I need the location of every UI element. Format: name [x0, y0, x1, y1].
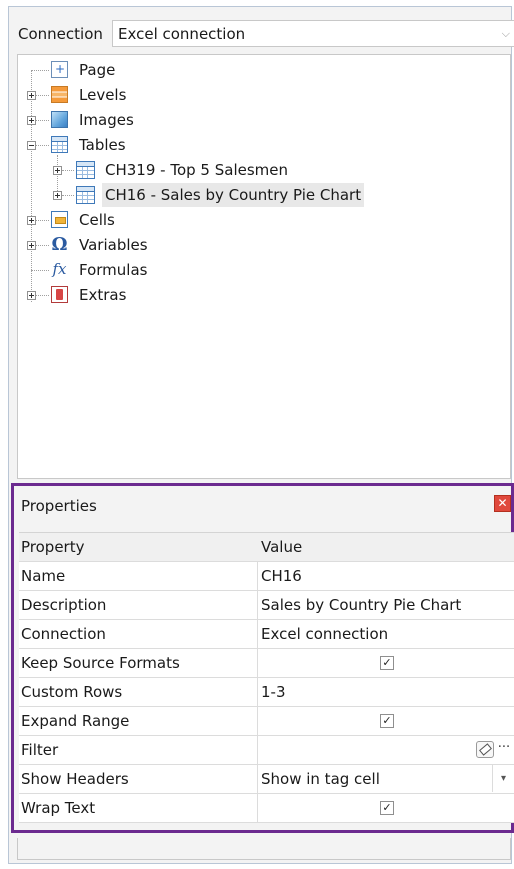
property-value-cell: ✓ — [261, 649, 514, 677]
tree-node-cells[interactable]: Cells — [18, 208, 218, 232]
property-label: Custom Rows — [21, 683, 123, 701]
grid-header-row: Property Value — [19, 533, 514, 562]
property-row-show-headers[interactable]: Show Headers Show in tag cell ▾ — [19, 765, 514, 794]
property-value-cell: ✓ — [261, 794, 514, 822]
expand-icon[interactable] — [53, 166, 62, 175]
tree-node-extras[interactable]: Extras — [18, 283, 218, 307]
page-icon — [51, 57, 68, 81]
property-row-connection[interactable]: Connection Excel connection — [19, 620, 514, 649]
status-strip — [17, 838, 511, 860]
tree-node-label: Page — [79, 61, 116, 79]
ellipsis-button[interactable]: ··· — [496, 738, 512, 762]
connection-label: Connection — [18, 25, 103, 43]
property-row-name[interactable]: Name CH16 — [19, 562, 514, 591]
show-headers-value: Show in tag cell — [261, 770, 380, 788]
property-row-keep-source-formats[interactable]: Keep Source Formats ✓ — [19, 649, 514, 678]
property-label: Show Headers — [21, 770, 129, 788]
connection-dropdown[interactable]: Excel connection ⌵ — [112, 20, 514, 47]
property-label: Wrap Text — [21, 799, 96, 817]
tree-view[interactable]: Page Levels Images Tables CH319 - Top 5 … — [17, 54, 511, 479]
property-label: Keep Source Formats — [21, 654, 180, 672]
tree-node-formulas[interactable]: fx Formulas — [18, 258, 218, 282]
property-value-description[interactable]: Sales by Country Pie Chart — [261, 591, 514, 619]
wrap-text-checkbox[interactable]: ✓ — [380, 801, 394, 815]
property-value-custom-rows[interactable]: 1-3 — [261, 678, 514, 706]
property-label: Expand Range — [21, 712, 130, 730]
property-row-wrap-text[interactable]: Wrap Text ✓ — [19, 794, 514, 823]
tree-node-variables[interactable]: Ω Variables — [18, 233, 218, 257]
tree-node-tables[interactable]: Tables — [18, 133, 218, 157]
expand-icon[interactable] — [27, 291, 36, 300]
property-label: Name — [21, 567, 66, 585]
tree-node-table-ch16[interactable]: CH16 - Sales by Country Pie Chart — [18, 183, 438, 207]
property-value-name[interactable]: CH16 — [261, 562, 514, 590]
tree-node-table-ch319[interactable]: CH319 - Top 5 Salesmen — [18, 158, 418, 182]
tree-node-images[interactable]: Images — [18, 108, 218, 132]
tree-node-label: CH319 - Top 5 Salesmen — [105, 161, 288, 179]
tree-node-levels[interactable]: Levels — [18, 83, 218, 107]
connection-dropdown-value: Excel connection — [118, 25, 246, 43]
property-row-custom-rows[interactable]: Custom Rows 1-3 — [19, 678, 514, 707]
cells-icon — [51, 211, 68, 228]
collapse-icon[interactable] — [27, 141, 36, 150]
property-label: Connection — [21, 625, 106, 643]
expand-icon[interactable] — [27, 241, 36, 250]
levels-icon — [51, 86, 68, 103]
tree-node-label: Extras — [79, 286, 127, 304]
omega-icon: Ω — [51, 234, 68, 255]
tree-node-label: Tables — [79, 136, 126, 154]
eraser-icon[interactable] — [476, 741, 494, 758]
tree-node-label: Levels — [79, 86, 127, 104]
show-headers-dropdown[interactable]: Show in tag cell ▾ — [261, 765, 514, 793]
table-icon — [76, 186, 95, 204]
expand-icon[interactable] — [27, 116, 36, 125]
expand-range-checkbox[interactable]: ✓ — [380, 714, 394, 728]
chevron-down-icon[interactable]: ⌵ — [502, 24, 510, 44]
properties-grid: Property Value Name CH16 Description Sal… — [19, 532, 514, 823]
table-icon — [76, 161, 95, 179]
chevron-down-icon[interactable]: ▾ — [492, 765, 514, 792]
expand-icon[interactable] — [27, 91, 36, 100]
fx-icon: fx — [52, 260, 67, 278]
tree-node-label: Images — [79, 111, 134, 129]
property-value-cell: ✓ — [261, 707, 514, 735]
property-label: Filter — [21, 741, 59, 759]
column-header-value: Value — [261, 538, 303, 556]
close-icon[interactable]: ✕ — [494, 495, 511, 512]
property-label: Description — [21, 596, 107, 614]
property-row-filter[interactable]: Filter ··· — [19, 736, 514, 765]
properties-title: Properties — [21, 497, 97, 515]
property-row-expand-range[interactable]: Expand Range ✓ — [19, 707, 514, 736]
tree-node-label: CH16 - Sales by Country Pie Chart — [102, 183, 365, 207]
images-icon — [51, 111, 68, 128]
extras-icon — [51, 286, 68, 303]
expand-icon[interactable] — [27, 216, 36, 225]
tree-node-label: Variables — [79, 236, 148, 254]
properties-panel: Properties ✕ Property Value Name CH16 De… — [11, 483, 514, 833]
property-value-connection[interactable]: Excel connection — [261, 620, 514, 648]
table-icon — [51, 136, 68, 153]
tree-node-label: Formulas — [79, 261, 148, 279]
property-row-description[interactable]: Description Sales by Country Pie Chart — [19, 591, 514, 620]
tree-node-label: Cells — [79, 211, 115, 229]
tree-node-page[interactable]: Page — [18, 57, 218, 82]
column-header-property: Property — [21, 538, 85, 556]
connection-row: Connection Excel connection ⌵ — [11, 19, 514, 51]
expand-icon[interactable] — [53, 191, 62, 200]
keep-source-formats-checkbox[interactable]: ✓ — [380, 656, 394, 670]
property-value-filter[interactable]: ··· — [261, 736, 514, 764]
